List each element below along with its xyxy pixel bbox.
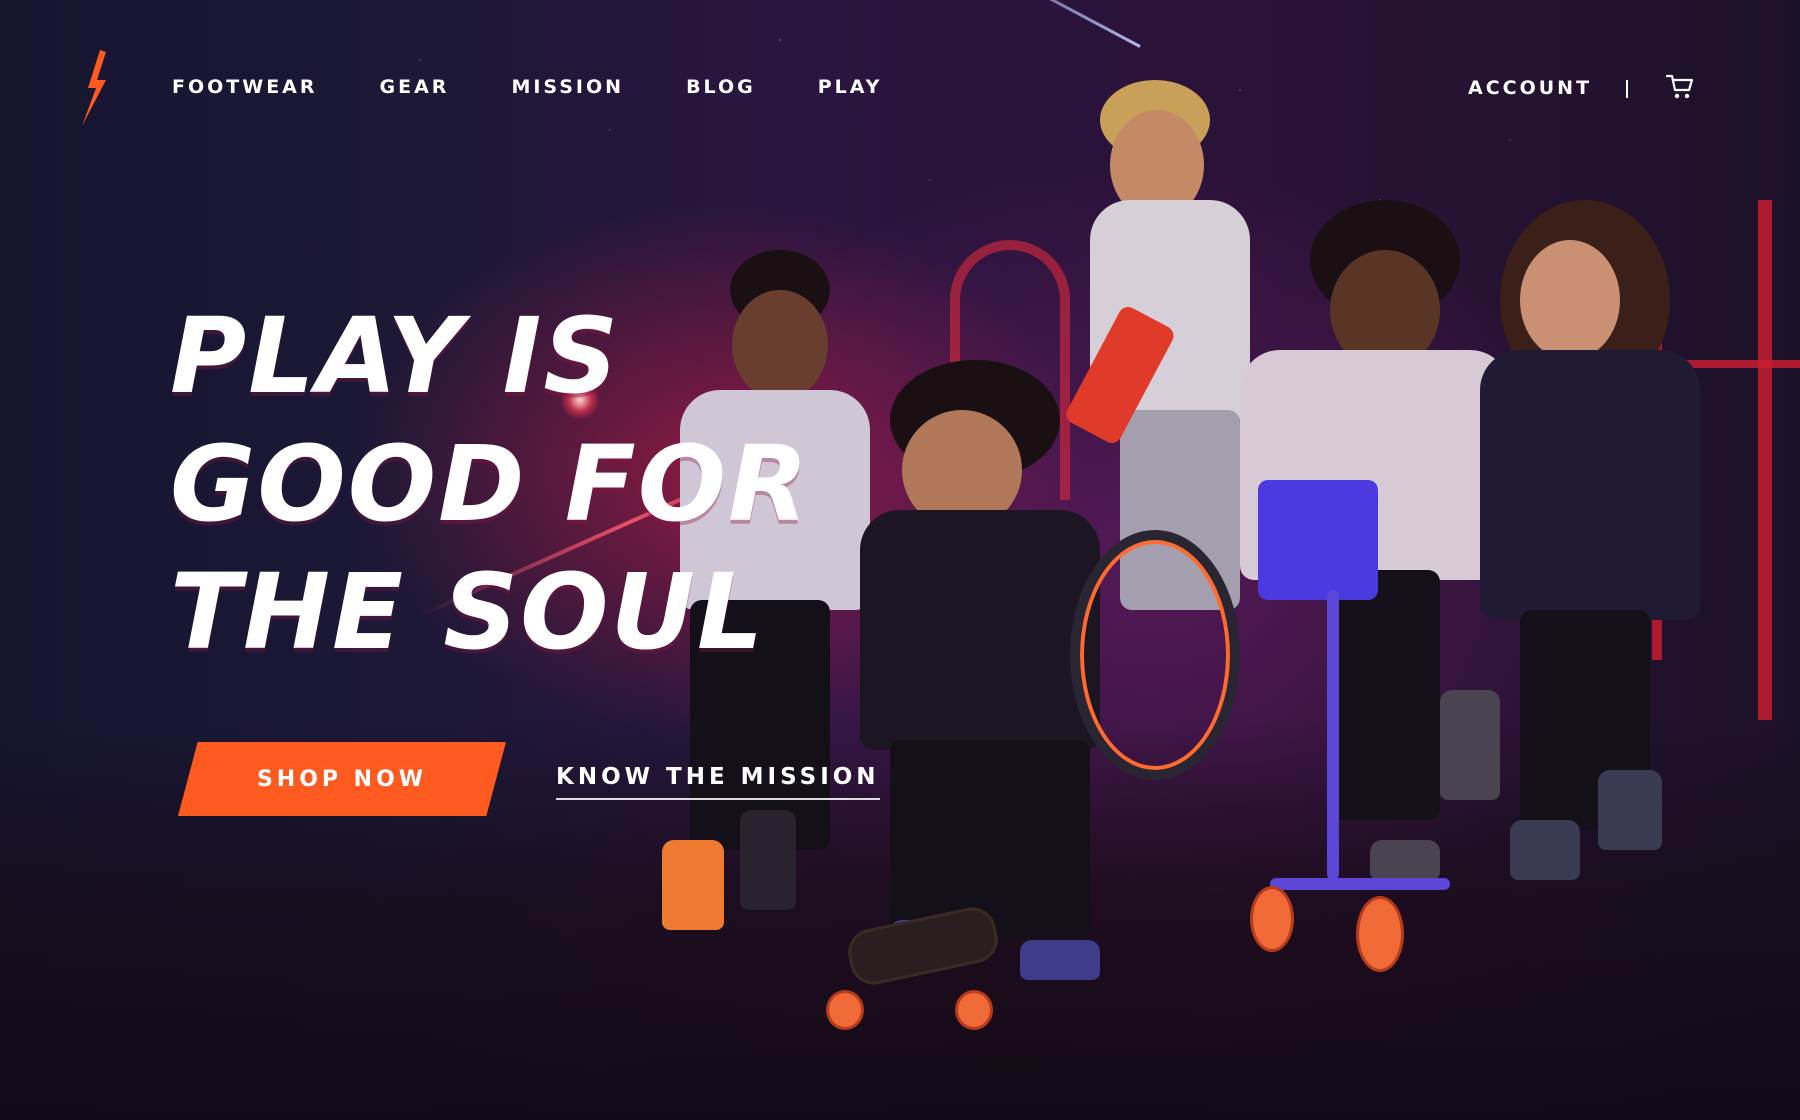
nav-item-gear[interactable]: GEAR (380, 76, 450, 98)
account-link[interactable]: ACCOUNT (1468, 77, 1592, 99)
shopping-cart-icon[interactable] (1666, 74, 1694, 100)
shop-now-label: SHOP NOW (256, 766, 428, 792)
bicycle-wheel (1070, 530, 1240, 780)
lightning-bolt-icon[interactable] (80, 50, 108, 126)
hero-photo-child (1470, 200, 1730, 900)
know-the-mission-link[interactable]: KNOW THE MISSION (556, 764, 880, 800)
skateboard-wheel (955, 990, 993, 1030)
scooter-wheel (1356, 896, 1404, 972)
headline-line: PLAY IS (170, 295, 621, 417)
scooter-handle-blaster (1258, 480, 1378, 600)
hero-section: FOOTWEAR GEAR MISSION BLOG PLAY ACCOUNT … (0, 0, 1800, 1120)
headline-line: GOOD FOR (170, 423, 811, 545)
headline-line: THE SOUL (170, 551, 766, 673)
shop-now-button[interactable]: SHOP NOW (178, 742, 506, 816)
scooter-stem (1327, 590, 1339, 880)
main-nav: FOOTWEAR GEAR MISSION BLOG PLAY (172, 76, 882, 98)
nav-item-mission[interactable]: MISSION (511, 76, 624, 98)
nav-item-footwear[interactable]: FOOTWEAR (172, 76, 318, 98)
skateboard-wheel (826, 990, 864, 1030)
nav-item-play[interactable]: PLAY (818, 76, 883, 98)
playground-post (1758, 200, 1772, 720)
scooter-wheel (1250, 886, 1294, 952)
nav-divider (1626, 80, 1628, 98)
hero-headline: PLAY IS GOOD FOR THE SOUL (170, 292, 910, 676)
scooter-deck (1270, 878, 1450, 890)
nav-item-blog[interactable]: BLOG (686, 76, 756, 98)
